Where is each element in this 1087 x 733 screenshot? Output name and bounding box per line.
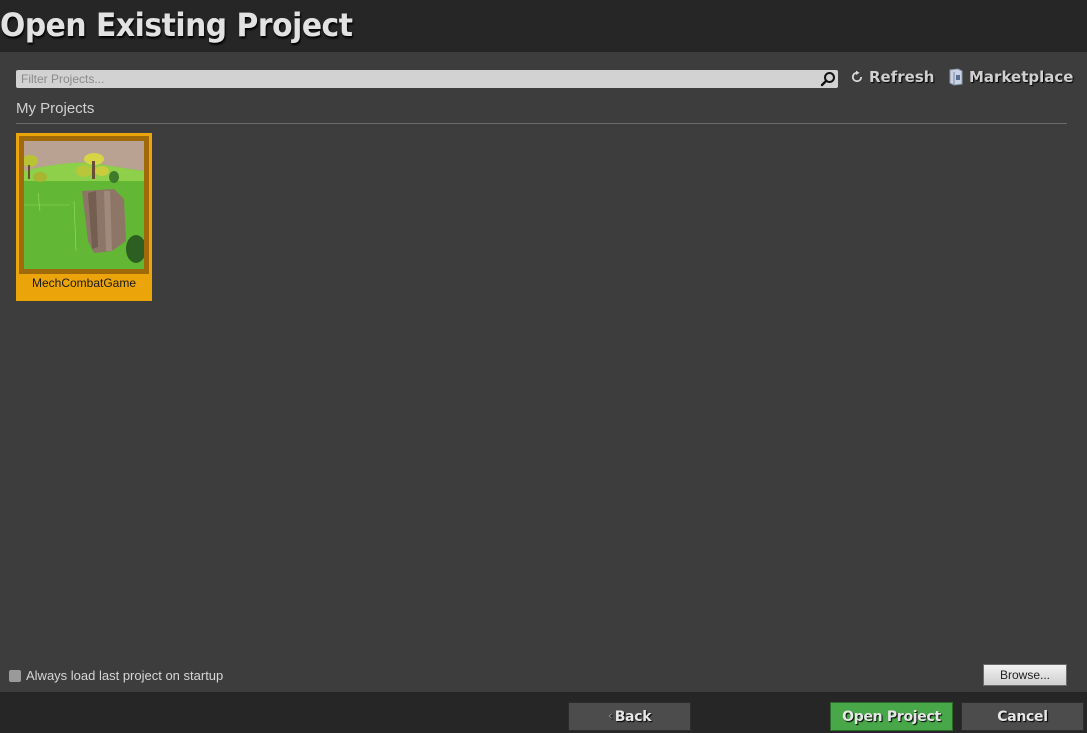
always-load-checkbox[interactable] xyxy=(9,669,21,682)
marketplace-button[interactable]: Marketplace xyxy=(948,68,1073,86)
refresh-label: Refresh xyxy=(869,68,935,86)
always-load-label: Always load last project on startup xyxy=(26,668,224,683)
filter-projects-input[interactable] xyxy=(16,70,816,88)
section-divider xyxy=(16,123,1067,124)
marketplace-label: Marketplace xyxy=(969,68,1074,86)
search-icon[interactable] xyxy=(820,71,836,87)
project-name: MechCombatGame xyxy=(31,276,137,290)
thumbnail-frame xyxy=(19,136,149,274)
browse-button[interactable]: Browse... xyxy=(983,664,1067,686)
refresh-icon xyxy=(850,70,864,84)
open-project-button[interactable]: Open Project xyxy=(830,702,953,731)
filter-box[interactable] xyxy=(16,70,838,88)
project-thumbnail xyxy=(24,141,144,269)
back-button[interactable]: ‹ Back xyxy=(568,702,691,731)
always-load-option[interactable]: Always load last project on startup xyxy=(9,668,223,683)
project-tile-mechcombatgame[interactable]: MechCombatGame xyxy=(16,133,152,301)
refresh-button[interactable]: Refresh xyxy=(850,68,934,86)
back-chevron-icon: ‹ xyxy=(607,709,613,724)
my-projects-heading: My Projects xyxy=(16,100,95,117)
cancel-button[interactable]: Cancel xyxy=(961,702,1084,731)
page-title: Open Existing Project xyxy=(0,6,353,44)
project-browser-panel: Refresh Marketplace My Projects xyxy=(0,52,1087,692)
back-label: Back xyxy=(614,708,652,725)
marketplace-icon xyxy=(948,68,964,86)
